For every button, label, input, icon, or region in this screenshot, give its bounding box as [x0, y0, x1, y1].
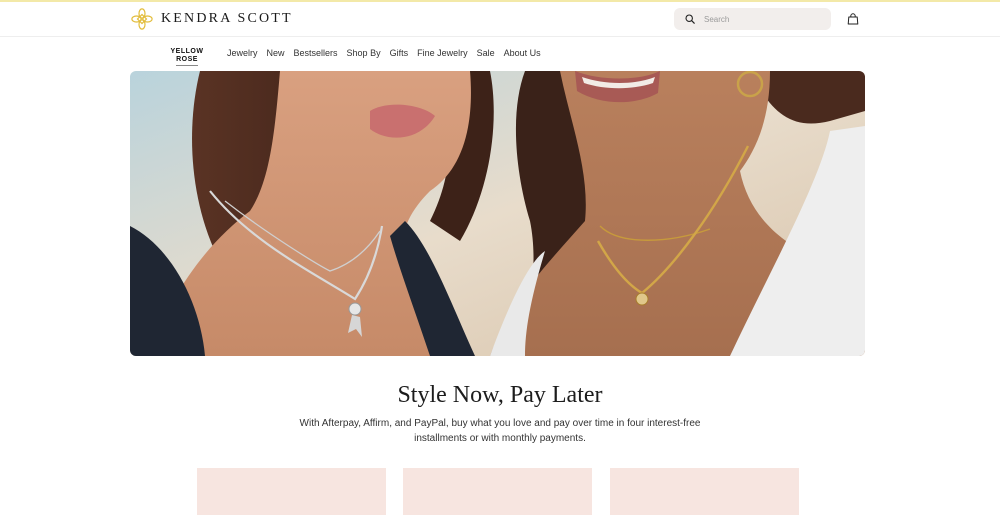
- nav-item-about-us[interactable]: About Us: [504, 47, 541, 59]
- hero-image[interactable]: [130, 71, 865, 356]
- search-icon: [685, 14, 695, 24]
- yellow-rose-label: YELLOW ROSE: [170, 48, 204, 63]
- yellow-rose-logo[interactable]: YELLOW ROSE: [160, 48, 214, 66]
- nav-items: Jewelry New Bestsellers Shop By Gifts Fi…: [227, 47, 550, 59]
- nav-item-gifts[interactable]: Gifts: [390, 47, 409, 59]
- brand-logo[interactable]: KENDRA SCOTT: [130, 7, 293, 31]
- nav-item-jewelry[interactable]: Jewelry: [227, 47, 258, 59]
- payment-option-card[interactable]: [403, 468, 592, 515]
- promo-body: With Afterpay, Affirm, and PayPal, buy w…: [299, 418, 701, 444]
- brand-name: KENDRA SCOTT: [161, 11, 293, 26]
- main-navigation: YELLOW ROSE Jewelry New Bestsellers Shop…: [0, 37, 1000, 70]
- nav-item-fine-jewelry[interactable]: Fine Jewelry: [417, 47, 468, 59]
- hero-photo-illustration: [130, 71, 865, 356]
- shopping-bag-button[interactable]: [847, 12, 859, 30]
- nav-item-new[interactable]: New: [267, 47, 285, 59]
- shopping-bag-icon: [847, 13, 859, 25]
- nav-item-sale[interactable]: Sale: [477, 47, 495, 59]
- site-header: KENDRA SCOTT: [0, 2, 1000, 37]
- nav-item-shop-by[interactable]: Shop By: [347, 47, 381, 59]
- search-bar[interactable]: [674, 8, 831, 30]
- yellow-rose-underline: [176, 65, 198, 66]
- kendra-scott-logo-icon: [131, 8, 153, 30]
- nav-item-bestsellers[interactable]: Bestsellers: [294, 47, 338, 59]
- payment-option-card[interactable]: [197, 468, 386, 515]
- promo-headline: Style Now, Pay Later: [397, 382, 603, 408]
- payment-option-card[interactable]: [610, 468, 799, 515]
- search-input[interactable]: [702, 13, 826, 25]
